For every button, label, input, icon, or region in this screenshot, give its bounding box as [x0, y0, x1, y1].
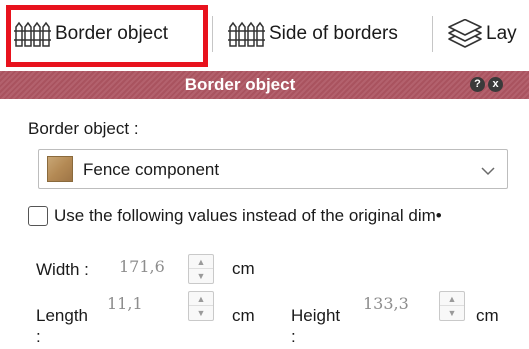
- length-label-text: Length: [36, 306, 88, 325]
- fence-component-thumbnail-icon: [47, 156, 73, 182]
- use-values-checkbox-label: Use the following values instead of the …: [54, 206, 442, 225]
- length-label-colon: :: [36, 327, 41, 346]
- layers-icon: [447, 19, 483, 49]
- chevron-down-icon: [481, 163, 495, 181]
- height-label: Height :: [291, 305, 340, 347]
- width-value: 171,6: [119, 257, 165, 276]
- toolbar-divider: [212, 16, 213, 52]
- panel-titlebar: Border object ? x: [0, 71, 529, 99]
- toolbar-divider: [432, 16, 433, 52]
- border-object-panel: Border object : Fence component Use the …: [0, 99, 529, 349]
- decrement-icon[interactable]: ▼: [189, 269, 213, 283]
- side-of-borders-label: Side of borders: [269, 23, 398, 44]
- border-object-field-label: Border object :: [28, 119, 139, 138]
- increment-icon[interactable]: ▲: [189, 255, 213, 269]
- layers-label: Lay: [486, 23, 517, 44]
- fence-icon: [228, 20, 266, 48]
- use-values-checkbox[interactable]: [28, 206, 48, 226]
- length-unit: cm: [232, 306, 255, 325]
- original-dimensions-option: Use the following values instead of the …: [28, 204, 442, 228]
- height-unit: cm: [476, 306, 499, 325]
- decrement-icon[interactable]: ▼: [189, 306, 213, 320]
- layers-button[interactable]: Lay: [447, 16, 517, 52]
- length-spin-buttons[interactable]: ▲ ▼: [188, 291, 214, 321]
- increment-icon[interactable]: ▲: [189, 292, 213, 306]
- increment-icon[interactable]: ▲: [440, 292, 464, 306]
- length-label: Length :: [36, 305, 88, 347]
- help-icon[interactable]: ?: [470, 77, 485, 92]
- close-icon[interactable]: x: [488, 77, 503, 92]
- width-stepper[interactable]: 171,6 ▲ ▼: [115, 254, 214, 284]
- height-spin-buttons[interactable]: ▲ ▼: [439, 291, 465, 321]
- height-value: 133,3: [363, 294, 409, 313]
- length-value: 11,1: [107, 294, 143, 313]
- dropdown-value: Fence component: [83, 160, 220, 179]
- height-label-text: Height: [291, 306, 341, 325]
- height-label-colon: :: [291, 327, 296, 346]
- height-stepper[interactable]: 133,3 ▲ ▼: [359, 291, 465, 321]
- panel-title: Border object: [184, 75, 296, 94]
- border-object-dropdown[interactable]: Fence component: [38, 149, 508, 189]
- decrement-icon[interactable]: ▼: [440, 306, 464, 320]
- width-label: Width :: [36, 260, 89, 279]
- side-of-borders-button[interactable]: Side of borders: [228, 16, 398, 52]
- length-stepper[interactable]: 11,1 ▲ ▼: [103, 291, 214, 321]
- selection-highlight: [6, 5, 208, 67]
- width-unit: cm: [232, 259, 255, 278]
- width-spin-buttons[interactable]: ▲ ▼: [188, 254, 214, 284]
- toolbar: Border object Side of borders Lay: [0, 0, 529, 68]
